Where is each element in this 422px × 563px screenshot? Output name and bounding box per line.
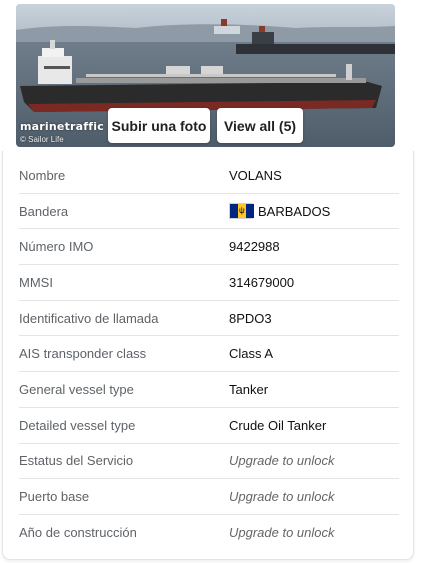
vessel-name-value: VOLANS [229,167,282,183]
upgrade-to-unlock-link[interactable]: Upgrade to unlock [229,453,335,468]
callsign-value: 8PDO3 [229,310,272,326]
detail-label: Bandera [19,203,69,219]
barbados-flag-icon: ψ [229,203,254,220]
general-type-value: Tanker [229,381,269,397]
detail-label: Puerto base [19,489,90,505]
detail-row-imo: Número IMO 9422988 [19,229,399,266]
flag-value: ψ BARBADOS [229,203,331,220]
upgrade-to-unlock-link[interactable]: Upgrade to unlock [229,525,335,540]
ais-class-value: Class A [229,346,274,362]
detail-row-mmsi: MMSI 314679000 [19,265,399,301]
detail-label: Número IMO [19,239,94,255]
detail-row-flag: Bandera ψ BARBADOS [19,194,399,230]
detail-row-detailed-type: Detailed vessel type Crude Oil Tanker [19,408,399,444]
detailed-type-value: Crude Oil Tanker [229,417,327,433]
mmsi-value: 314679000 [229,274,295,290]
upload-photo-button[interactable]: Subir una foto [108,108,210,143]
detail-label: Nombre [19,167,66,183]
vessel-details-card: Nombre VOLANS Bandera ψ BARBADOS Número … [2,151,414,560]
vessel-photo[interactable]: marinetraffic © Sailor Life Subir una fo… [16,4,395,147]
detail-row-name: Nombre VOLANS [19,158,399,194]
vessel-details-table: Nombre VOLANS Bandera ψ BARBADOS Número … [19,158,399,551]
detail-label: Año de construcción [19,525,137,541]
photo-credit: © Sailor Life [20,135,64,144]
detail-label: AIS transponder class [19,346,147,362]
detail-row-service-status: Estatus del Servicio Upgrade to unlock [19,444,399,480]
detail-row-callsign: Identificativo de llamada 8PDO3 [19,301,399,337]
detail-row-general-type: General vessel type Tanker [19,372,399,408]
imo-value: 9422988 [229,239,280,255]
detail-label: General vessel type [19,381,134,397]
view-all-photos-button[interactable]: View all (5) [217,108,303,143]
detail-label: MMSI [19,274,53,290]
detail-label: Estatus del Servicio [19,453,134,469]
detail-row-home-port: Puerto base Upgrade to unlock [19,479,399,515]
marinetraffic-logo: marinetraffic [20,120,104,133]
detail-row-year-built: Año de construcción Upgrade to unlock [19,515,399,551]
upgrade-to-unlock-link[interactable]: Upgrade to unlock [229,489,335,504]
detail-row-ais-class: AIS transponder class Class A [19,336,399,373]
detail-label: Detailed vessel type [19,417,136,433]
flag-country-text: BARBADOS [258,203,331,219]
detail-label: Identificativo de llamada [19,310,159,326]
